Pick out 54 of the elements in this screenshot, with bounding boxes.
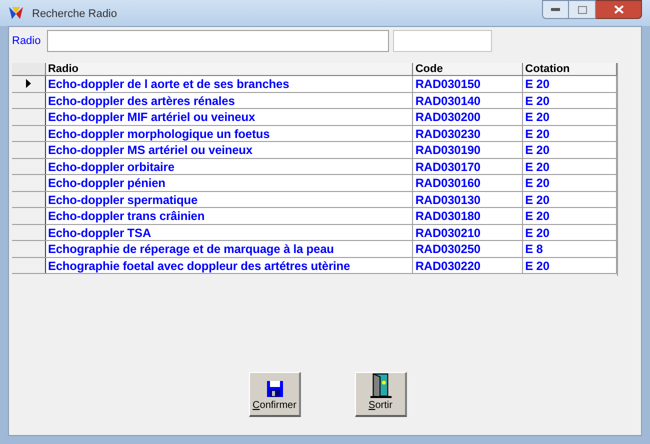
table-cell: Echo-doppler des artères rénales xyxy=(46,92,414,108)
table-cell: E 20 xyxy=(523,258,617,273)
table-cell: E 8 xyxy=(523,241,617,256)
close-icon xyxy=(614,5,624,14)
table-cell: RAD030150 xyxy=(413,76,524,92)
table-cell: RAD030180 xyxy=(413,208,524,224)
confirm-button[interactable]: Confirmer xyxy=(249,372,301,417)
table-cell: E 20 xyxy=(523,208,617,224)
window-title: Recherche Radio xyxy=(32,7,117,22)
door-icon xyxy=(370,373,392,398)
table-cell: Echo-doppler pénien xyxy=(46,175,414,190)
table-cell: Echo-doppler morphologique un foetus xyxy=(46,126,414,141)
maximize-button[interactable] xyxy=(569,0,596,19)
table-cell: Echo-doppler trans crâinien xyxy=(46,208,414,224)
code-field[interactable] xyxy=(393,30,492,52)
table-cell: E 20 xyxy=(523,158,617,174)
table-cell: E 20 xyxy=(523,92,617,108)
table-cell: E 20 xyxy=(523,142,617,158)
table-cell: RAD030170 xyxy=(413,158,524,174)
table-cell: RAD030160 xyxy=(413,175,524,190)
table-cell: E 20 xyxy=(523,175,617,190)
table-cell: Echo-doppler TSA xyxy=(46,224,414,240)
table-cell: Echo-doppler MIF artériel ou veineux xyxy=(46,109,414,124)
table-cell: E 20 xyxy=(523,192,617,207)
table-cell: Echo-doppler MS artériel ou veineux xyxy=(46,142,414,158)
close-button[interactable] xyxy=(596,0,642,19)
minimize-button[interactable] xyxy=(542,0,569,19)
table-cell: RAD030220 xyxy=(413,258,524,273)
column-header[interactable]: Cotation xyxy=(523,63,617,75)
search-field[interactable] xyxy=(47,30,389,52)
table-cell: RAD030140 xyxy=(413,92,524,108)
column-header[interactable]: Radio xyxy=(46,63,414,75)
current-row-icon xyxy=(26,79,31,88)
table-cell: Echo-doppler spermatique xyxy=(46,192,414,207)
table-cell: RAD030190 xyxy=(413,142,524,158)
table-cell: RAD030130 xyxy=(413,192,524,207)
table-cell: E 20 xyxy=(523,126,617,141)
table-cell: E 20 xyxy=(523,76,617,92)
table-cell: RAD030230 xyxy=(413,126,524,141)
table-cell: Echographie de réperage et de marquage à la peau xyxy=(46,241,414,256)
table-cell: RAD030250 xyxy=(413,241,524,256)
table-cell: E 20 xyxy=(523,224,617,240)
minimize-icon xyxy=(551,8,560,11)
table-cell: Echo-doppler de l aorte et de ses branches xyxy=(46,76,414,92)
table-cell: RAD030200 xyxy=(413,109,524,124)
table-cell: Echographie foetal avec doppleur des artétres utèrine xyxy=(46,258,414,273)
table-cell: E 20 xyxy=(523,109,617,124)
maximize-icon xyxy=(578,6,586,14)
search-label: Radio xyxy=(12,34,42,49)
exit-button[interactable]: Sortir xyxy=(355,372,407,417)
table-cell: Echo-doppler orbitaire xyxy=(46,158,414,174)
app-icon xyxy=(8,5,24,21)
table-cell: RAD030210 xyxy=(413,224,524,240)
column-header[interactable]: Code xyxy=(413,63,524,75)
